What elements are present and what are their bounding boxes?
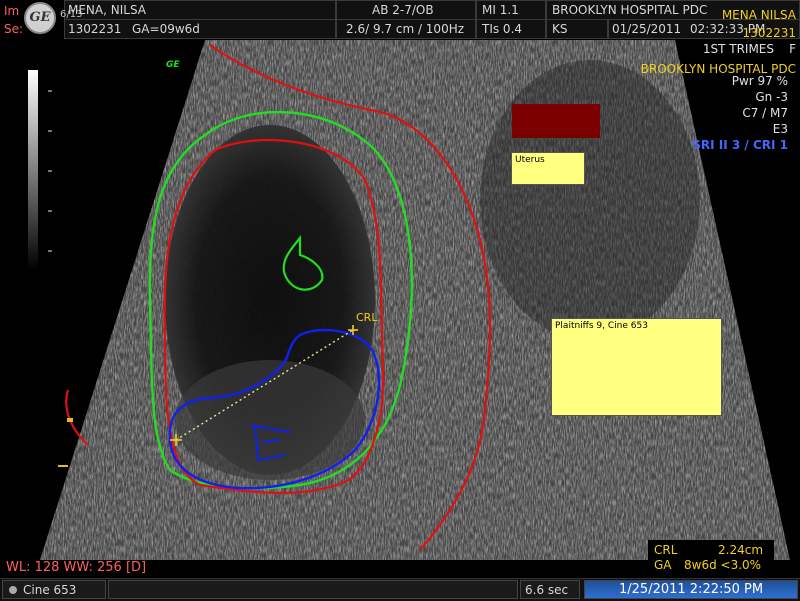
ga-value: 8w6d <3.0% xyxy=(684,558,762,572)
ge-marker-label: GE xyxy=(166,60,180,70)
mechanical-index: MI 1.1 xyxy=(482,3,519,17)
rp-c-m: C7 / M7 xyxy=(742,106,788,120)
rp-power: Pwr 97 % xyxy=(731,74,788,88)
timestamp-label: 1/25/2011 2:22:50 PM xyxy=(619,582,764,597)
depth-tick xyxy=(48,210,52,212)
crl-tag: CRL xyxy=(356,311,378,324)
ultrasound-image xyxy=(40,40,790,560)
annotation-note[interactable]: Plaitniffs 9, Cine 653 xyxy=(551,318,722,416)
im-label: Im xyxy=(4,4,20,18)
rp-name: MENA NILSA xyxy=(721,8,796,22)
depth-tick xyxy=(48,90,52,92)
rp-id: 1302231 xyxy=(742,26,796,40)
depth-tick xyxy=(48,130,52,132)
cine-control[interactable]: Cine 653 xyxy=(2,580,106,599)
timestamp-box: 1/25/2011 2:22:50 PM xyxy=(584,580,798,599)
ge-logo: GE xyxy=(24,2,56,34)
ga-label: GA xyxy=(654,558,672,572)
operator-initials: KS xyxy=(552,22,568,36)
crl-label: CRL xyxy=(654,543,678,557)
gestational-age: GA=09w6d xyxy=(132,22,200,36)
color-marker-box xyxy=(512,104,600,138)
depth-marker xyxy=(58,465,68,467)
window-level: WL: 128 WW: 256 [D] xyxy=(6,560,147,575)
depth-tick xyxy=(48,250,52,252)
footer-bar: Cine 653 6.6 sec 1/25/2011 2:22:50 PM xyxy=(0,578,800,601)
cine-label: Cine 653 xyxy=(23,583,77,597)
rp-sex: F xyxy=(789,42,796,56)
ge-logo-text: GE xyxy=(29,10,51,25)
duration-label: 6.6 sec xyxy=(525,583,569,597)
patient-name: MENA, NILSA xyxy=(68,3,146,17)
exam-date: 01/25/2011 xyxy=(612,22,682,36)
crl-value: 2.24cm xyxy=(718,543,764,557)
rp-exam: 1ST TRIMES xyxy=(702,42,774,56)
probe: AB 2-7/OB xyxy=(372,3,434,17)
grayscale-bar xyxy=(28,70,38,270)
depth-tick xyxy=(48,170,52,172)
focus-marker xyxy=(67,418,73,422)
rp-gain: Gn -3 xyxy=(755,90,788,104)
annotation-note-text: Plaitniffs 9, Cine 653 xyxy=(555,321,648,331)
cine-duration: 6.6 sec xyxy=(520,580,580,599)
rp-sri: SRI II 3 / CRI 1 xyxy=(692,138,788,152)
hospital-name-header: BROOKLYN HOSPITAL PDC xyxy=(552,3,708,17)
depth-frequency: 2.6/ 9.7 cm / 100Hz xyxy=(346,22,465,36)
rp-e: E3 xyxy=(772,122,788,136)
record-icon xyxy=(9,586,17,594)
thermal-index: TIs 0.4 xyxy=(482,22,523,36)
patient-id: 1302231 xyxy=(68,22,122,36)
uterus-note-text: Uterus xyxy=(515,155,545,165)
se-label: Se: xyxy=(4,22,24,36)
uterus-note[interactable]: Uterus xyxy=(511,152,585,185)
cine-progress-track[interactable] xyxy=(108,580,518,599)
